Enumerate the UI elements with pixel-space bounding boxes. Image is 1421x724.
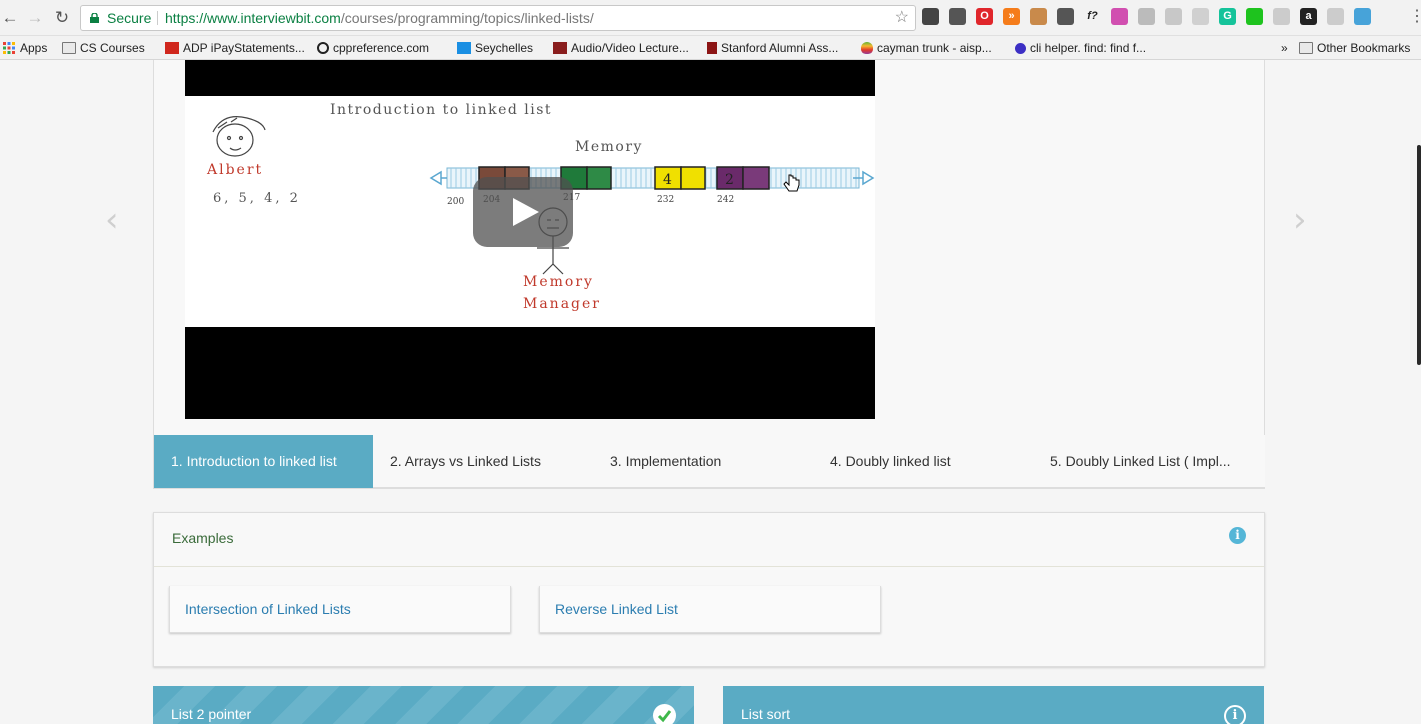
video-card: Introduction to linked list Albert 6, 5,… [153, 60, 1265, 489]
problem-title: List 2 pointer [171, 706, 252, 722]
extension-icons: O » f? Ga [922, 8, 1381, 28]
back-arrow-icon[interactable]: ← [0, 8, 20, 28]
bookmark-star-icon[interactable]: ☆ [895, 6, 909, 30]
secure-label: Secure [107, 10, 152, 26]
address-label: 200 [447, 197, 464, 207]
lesson-tabs: 1. Introduction to linked list 2. Arrays… [154, 435, 1265, 488]
play-button[interactable] [473, 177, 573, 247]
opera-icon[interactable]: O [976, 8, 993, 26]
manager-label-line-1: Memory [523, 274, 594, 290]
extension-17-icon[interactable] [1354, 8, 1371, 26]
extension-4-icon[interactable]: » [1003, 8, 1020, 26]
bookmark-label: CS Courses [80, 41, 145, 55]
green-dot-icon[interactable] [1246, 8, 1263, 26]
whiteboard-title: Introduction to linked list [330, 102, 552, 118]
reload-icon[interactable]: ↻ [52, 8, 72, 28]
problem-card-list-sort[interactable]: List sort i [723, 686, 1264, 724]
info-icon[interactable]: i [1229, 527, 1246, 544]
bookmark-cayman[interactable]: cayman trunk - aisp... [861, 38, 992, 58]
bookmark-cli-helper[interactable]: cli helper. find: find f... [1015, 38, 1146, 58]
bookmark-other-bookmarks[interactable]: Other Bookmarks [1299, 38, 1410, 58]
extension-15-icon[interactable]: a [1300, 8, 1317, 26]
tab-implementation[interactable]: 3. Implementation [593, 435, 813, 488]
manager-label-line-2: Manager [523, 296, 601, 312]
albert-name: Albert [206, 162, 263, 178]
previous-arrow-icon[interactable]: ‹ [105, 203, 125, 237]
address-separator [157, 11, 158, 25]
bookmark-adp[interactable]: ADP iPayStatements... [165, 38, 305, 58]
url-text: https://www.interviewbit.com/courses/pro… [165, 6, 594, 30]
extension-14-icon[interactable] [1273, 8, 1290, 26]
tab-introduction-to-linked-list[interactable]: 1. Introduction to linked list [154, 435, 373, 488]
apps-grid-icon [3, 42, 15, 54]
extension-2-icon[interactable] [949, 8, 966, 26]
address-bar[interactable]: Secure https://www.interviewbit.com/cour… [80, 5, 916, 31]
tab-arrays-vs-linked-lists[interactable]: 2. Arrays vs Linked Lists [373, 435, 593, 488]
albert-numbers: 6, 5, 4, 2 [213, 191, 301, 206]
memory-label: Memory [575, 139, 643, 155]
bookmark-label: cli helper. find: find f... [1030, 41, 1147, 55]
extension-10-icon[interactable] [1165, 8, 1182, 26]
bookmark-label: Other Bookmarks [1317, 41, 1411, 55]
bookmark-label: Stanford Alumni Ass... [721, 41, 839, 55]
bookmark-audio-video[interactable]: Audio/Video Lecture... [553, 38, 689, 58]
pocket-icon[interactable] [1057, 8, 1074, 26]
examples-title: Examples [172, 530, 234, 546]
problem-card-list-2-pointer[interactable]: List 2 pointer [153, 686, 694, 724]
cell-value: 2 [725, 172, 734, 188]
tab-doubly-linked-list-implementation[interactable]: 5. Doubly Linked List ( Impl... [1033, 435, 1253, 488]
bookmark-label: Seychelles [475, 41, 534, 55]
scrollbar-thumb[interactable] [1417, 145, 1421, 365]
bookmark-apps-label: Apps [20, 41, 48, 55]
cppreference-icon [317, 42, 329, 54]
address-label: 232 [657, 195, 674, 205]
forward-arrow-icon[interactable]: → [25, 8, 45, 28]
bookmarks-overflow-chevron[interactable]: » [1281, 38, 1288, 58]
github-icon[interactable] [1192, 8, 1209, 26]
bookmark-label: ADP iPayStatements... [183, 41, 305, 55]
next-arrow-icon[interactable]: › [1293, 203, 1313, 237]
cell-value: 4 [663, 172, 672, 188]
bookmarks-bar: Apps CS Courses ADP iPayStatements... cp… [0, 36, 1421, 60]
example-reverse-linked-list[interactable]: Reverse Linked List [539, 586, 881, 633]
examples-card: Examples i Intersection of Linked Lists … [153, 512, 1265, 667]
folder-icon [62, 42, 76, 54]
bookmark-stanford[interactable]: Stanford Alumni Ass... [707, 38, 838, 58]
tab-doubly-linked-list[interactable]: 4. Doubly linked list [813, 435, 1033, 488]
apple-icon [861, 42, 873, 54]
bookmark-label: cayman trunk - aisp... [877, 41, 992, 55]
extension-1-icon[interactable] [922, 8, 939, 26]
browser-toolbar: ← → ↻ Secure https://www.interviewbit.co… [0, 0, 1421, 36]
extension-5-icon[interactable] [1030, 8, 1047, 26]
adp-icon [165, 42, 179, 54]
problem-title: List sort [741, 706, 791, 722]
bookmark-seychelles[interactable]: Seychelles [457, 38, 533, 58]
examples-divider [154, 566, 1264, 567]
folder-icon [1299, 42, 1313, 54]
extension-9-icon[interactable] [1138, 8, 1155, 26]
play-icon [513, 198, 539, 226]
bookmark-apps[interactable]: Apps [2, 38, 47, 58]
function-icon[interactable]: f? [1084, 8, 1101, 26]
bookmark-label: Audio/Video Lecture... [571, 41, 689, 55]
bookmark-cs-courses[interactable]: CS Courses [62, 38, 145, 58]
bookmark-cppreference[interactable]: cppreference.com [317, 38, 429, 58]
url-path: /courses/programming/topics/linked-lists… [340, 10, 594, 26]
example-intersection-of-linked-lists[interactable]: Intersection of Linked Lists [169, 586, 511, 633]
extension-16-icon[interactable] [1327, 8, 1344, 26]
mit-icon [553, 42, 567, 54]
grammarly-icon[interactable]: G [1219, 8, 1236, 26]
stanford-icon [707, 42, 717, 54]
lock-icon [90, 13, 99, 23]
address-label: 242 [717, 195, 734, 205]
checkmark-icon [653, 704, 676, 724]
color-wheel-icon[interactable] [1111, 8, 1128, 26]
info-circle-icon: i [1224, 705, 1246, 724]
seychelles-icon [457, 42, 471, 54]
video-player[interactable]: Introduction to linked list Albert 6, 5,… [185, 60, 875, 419]
url-host: https://www.interviewbit.com [165, 10, 341, 26]
bookmark-label: cppreference.com [333, 41, 430, 55]
dot-icon [1015, 43, 1026, 54]
browser-menu-icon[interactable]: ⋮ [1409, 6, 1421, 26]
